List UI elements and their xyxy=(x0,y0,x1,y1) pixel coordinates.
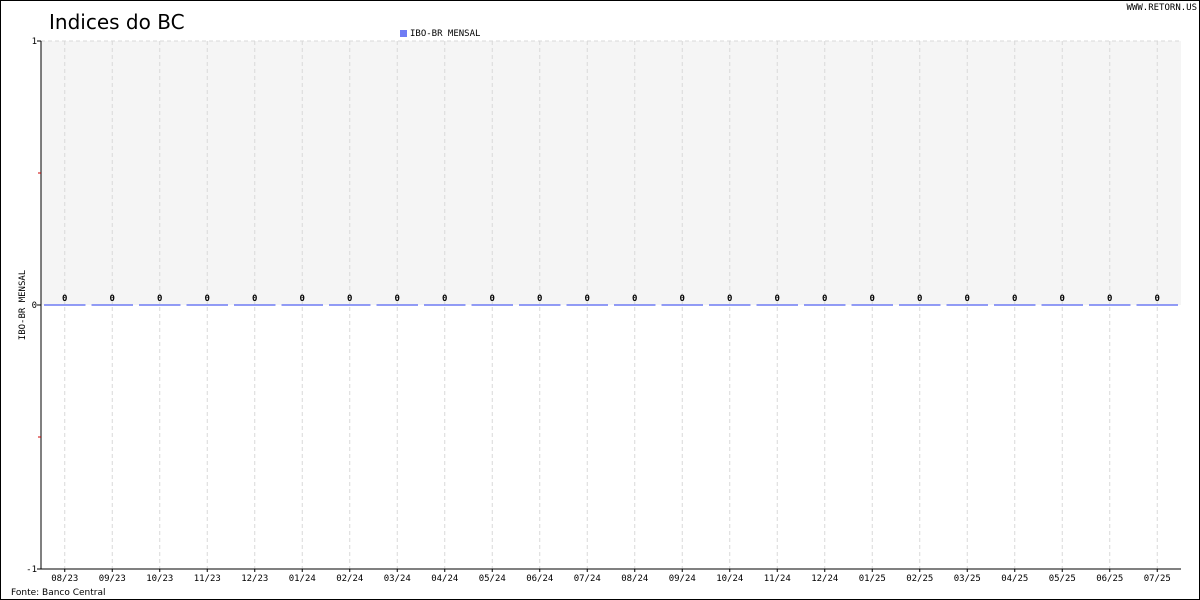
data-label: 0 xyxy=(585,294,590,304)
bar xyxy=(471,304,513,306)
y-tick-label: 1 xyxy=(32,37,37,47)
bar xyxy=(376,304,418,306)
data-label: 0 xyxy=(300,294,305,304)
watermark: WWW.RETORN.US xyxy=(1127,3,1197,13)
x-tick-label: 01/24 xyxy=(289,574,316,584)
x-tick-label: 08/23 xyxy=(51,574,78,584)
data-label: 0 xyxy=(62,294,67,304)
data-label: 0 xyxy=(822,294,827,304)
data-label: 0 xyxy=(1012,294,1017,304)
bar xyxy=(661,304,703,306)
bar xyxy=(44,304,86,306)
x-tick-label: 03/24 xyxy=(384,574,411,584)
data-label: 0 xyxy=(395,294,400,304)
x-ticks: 08/23 09/23 10/23 11/23 12/23 01/24 02/24 03/24… xyxy=(51,569,1171,584)
x-tick-label: 04/25 xyxy=(1001,574,1028,584)
x-tick-label: 01/25 xyxy=(859,574,886,584)
x-tick-label: 06/24 xyxy=(526,574,553,584)
x-tick-label: 11/23 xyxy=(194,574,221,584)
plot-area xyxy=(41,41,1181,305)
data-label: 0 xyxy=(680,294,685,304)
x-tick-label: 04/24 xyxy=(431,574,458,584)
data-label: 0 xyxy=(110,294,115,304)
x-tick-label: 05/24 xyxy=(479,574,506,584)
data-label: 0 xyxy=(632,294,637,304)
chart-frame: 1 0 -1 08/23 09/23 10/23 11/23 12/23 01/24 02/24… xyxy=(0,0,1200,600)
x-tick-label: 03/25 xyxy=(954,574,981,584)
x-tick-label: 05/25 xyxy=(1049,574,1076,584)
bar xyxy=(91,304,133,306)
bar xyxy=(566,304,608,306)
bar xyxy=(1136,304,1178,306)
chart-title: Indices do BC xyxy=(49,10,185,34)
legend: IBO-BR MENSAL xyxy=(400,29,480,39)
bar xyxy=(1089,304,1131,306)
y-tick-label: 0 xyxy=(32,301,37,311)
bar xyxy=(709,304,751,306)
bar xyxy=(519,304,561,306)
data-label: 0 xyxy=(157,294,162,304)
bar xyxy=(139,304,181,306)
bar xyxy=(804,304,846,306)
bar xyxy=(281,304,323,306)
x-tick-label: 06/25 xyxy=(1096,574,1123,584)
bar xyxy=(329,304,371,306)
x-tick-label: 11/24 xyxy=(764,574,791,584)
data-label: 0 xyxy=(1155,294,1160,304)
data-label: 0 xyxy=(252,294,257,304)
x-tick-label: 07/24 xyxy=(574,574,601,584)
data-label: 0 xyxy=(490,294,495,304)
data-label: 0 xyxy=(1060,294,1065,304)
bar xyxy=(756,304,798,306)
data-label: 0 xyxy=(965,294,970,304)
y-ticks: 1 0 -1 xyxy=(26,37,41,575)
legend-label: IBO-BR MENSAL xyxy=(410,29,480,39)
x-tick-label: 09/23 xyxy=(99,574,126,584)
y-tick-label: -1 xyxy=(26,565,37,575)
data-label: 0 xyxy=(205,294,210,304)
data-label: 0 xyxy=(537,294,542,304)
source-note: Fonte: Banco Central xyxy=(11,588,106,598)
bar xyxy=(851,304,893,306)
x-tick-label: 10/24 xyxy=(716,574,743,584)
x-tick-label: 02/24 xyxy=(336,574,363,584)
data-label: 0 xyxy=(347,294,352,304)
data-label: 0 xyxy=(727,294,732,304)
x-tick-label: 02/25 xyxy=(906,574,933,584)
data-label: 0 xyxy=(1107,294,1112,304)
data-label: 0 xyxy=(442,294,447,304)
data-label: 0 xyxy=(917,294,922,304)
bar xyxy=(186,304,228,306)
x-tick-label: 10/23 xyxy=(146,574,173,584)
x-tick-label: 08/24 xyxy=(621,574,648,584)
legend-swatch xyxy=(400,30,407,37)
bar xyxy=(234,304,276,306)
data-label: 0 xyxy=(870,294,875,304)
x-tick-label: 12/24 xyxy=(811,574,838,584)
y-axis-label: IBO-BR MENSAL xyxy=(18,270,28,340)
bar xyxy=(1041,304,1083,306)
bar xyxy=(899,304,941,306)
x-tick-label: 09/24 xyxy=(669,574,696,584)
bar xyxy=(946,304,988,306)
chart: 1 0 -1 08/23 09/23 10/23 11/23 12/23 01/24 02/24… xyxy=(11,3,1197,598)
bar xyxy=(994,304,1036,306)
bar xyxy=(614,304,656,306)
x-tick-label: 07/25 xyxy=(1144,574,1171,584)
x-tick-label: 12/23 xyxy=(241,574,268,584)
bar xyxy=(424,304,466,306)
data-label: 0 xyxy=(775,294,780,304)
